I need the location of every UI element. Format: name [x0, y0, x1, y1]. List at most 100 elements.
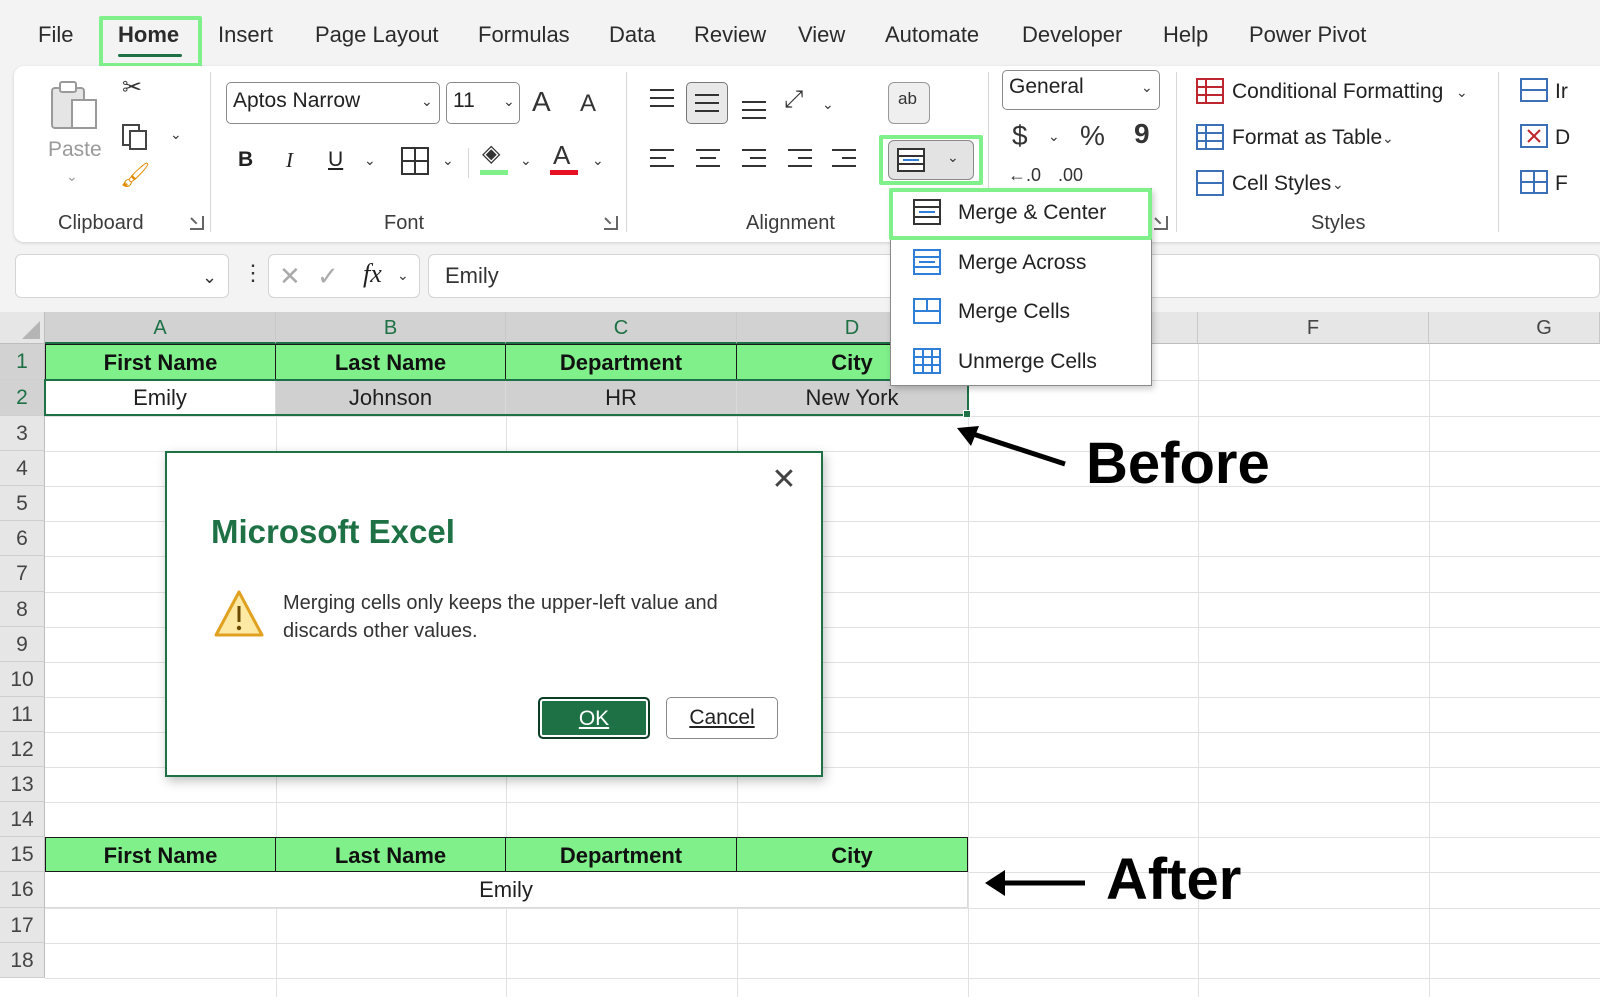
column-header-f[interactable]: F [1198, 312, 1429, 344]
orientation-icon[interactable]: ⤢ [784, 88, 803, 112]
top-align-icon[interactable] [648, 86, 676, 112]
row-header-12[interactable]: 12 [0, 732, 45, 767]
format-cells-icon[interactable] [1520, 170, 1548, 194]
cell-b1[interactable]: Last Name [275, 344, 506, 380]
column-header-b[interactable]: B [276, 312, 506, 344]
tab-data[interactable]: Data [609, 22, 655, 48]
percent-icon[interactable]: % [1080, 122, 1105, 150]
clipboard-launcher-icon[interactable] [190, 216, 204, 230]
middle-align-button[interactable] [686, 82, 728, 124]
font-name-select[interactable]: Aptos Narrow ⌄ [226, 82, 440, 124]
format-cells-button[interactable]: F [1555, 172, 1568, 196]
tab-power-pivot[interactable]: Power Pivot [1249, 22, 1366, 48]
row-header-11[interactable]: 11 [0, 697, 45, 732]
cell-a1[interactable]: First Name [45, 344, 276, 380]
cancel-button[interactable]: Cancel [666, 697, 778, 739]
increase-decimal-icon[interactable]: ←.0 [1008, 166, 1041, 184]
underline-chevron-icon[interactable]: ⌄ [364, 152, 376, 169]
number-format-select[interactable]: General ⌄ [1002, 70, 1160, 110]
borders-chevron-icon[interactable]: ⌄ [442, 152, 454, 169]
column-header-c[interactable]: C [506, 312, 737, 344]
chevron-down-icon[interactable]: ⌄ [1456, 84, 1468, 101]
row-header-2[interactable]: 2 [0, 380, 45, 416]
decrease-decimal-icon[interactable]: .00 [1058, 166, 1083, 184]
merge-center-button[interactable]: ⌄ [888, 140, 974, 180]
currency-icon[interactable]: $ [1012, 122, 1028, 150]
format-as-table-button[interactable]: Format as Table [1232, 126, 1382, 150]
cell-styles-button[interactable]: Cell Styles [1232, 172, 1331, 196]
tab-review[interactable]: Review [694, 22, 766, 48]
borders-icon[interactable] [400, 146, 430, 176]
underline-button[interactable]: U [328, 148, 343, 172]
delete-cells-icon[interactable] [1520, 124, 1548, 148]
cell-c2[interactable]: HR [506, 380, 737, 415]
copy-icon[interactable] [120, 122, 150, 152]
tab-help[interactable]: Help [1163, 22, 1208, 48]
merged-cell-a16-d16[interactable]: Emily [45, 872, 968, 908]
shrink-font-icon[interactable]: A [580, 92, 596, 116]
row-header-16[interactable]: 16 [0, 872, 45, 908]
chevron-down-icon[interactable]: ⌄ [1332, 176, 1344, 193]
orientation-chevron-icon[interactable]: ⌄ [822, 96, 834, 113]
insert-cells-icon[interactable] [1520, 78, 1548, 102]
cut-icon[interactable]: ✂ [122, 76, 142, 100]
row-header-1[interactable]: 1 [0, 344, 45, 380]
font-size-select[interactable]: 11 ⌄ [446, 82, 520, 124]
row-header-10[interactable]: 10 [0, 662, 45, 697]
confirm-entry-icon[interactable]: ✓ [317, 261, 339, 292]
format-as-table-icon[interactable] [1196, 124, 1224, 150]
insert-cells-button[interactable]: Ir [1555, 80, 1568, 104]
delete-cells-button[interactable]: D [1555, 126, 1570, 150]
copy-chevron-icon[interactable]: ⌄ [170, 126, 182, 143]
conditional-formatting-icon[interactable] [1196, 78, 1224, 104]
menu-item-merge-across[interactable]: Merge Across [891, 239, 1153, 287]
fill-color-icon[interactable]: ◈ [482, 142, 500, 166]
tab-insert[interactable]: Insert [218, 22, 273, 48]
chevron-down-icon[interactable]: ⌄ [397, 267, 409, 284]
font-color-icon[interactable]: A [553, 142, 570, 168]
cell-c15[interactable]: Department [505, 837, 737, 872]
conditional-formatting-button[interactable]: Conditional Formatting [1232, 80, 1443, 104]
tab-view[interactable]: View [798, 22, 845, 48]
fill-handle[interactable] [963, 410, 971, 418]
menu-item-merge-center[interactable]: Merge & Center [891, 189, 1153, 237]
currency-chevron-icon[interactable]: ⌄ [1048, 128, 1060, 145]
tab-file[interactable]: File [38, 22, 73, 48]
ok-button[interactable]: OK [538, 697, 650, 739]
row-header-7[interactable]: 7 [0, 556, 45, 592]
format-painter-icon[interactable]: 🖌 [120, 164, 150, 188]
cell-c1[interactable]: Department [505, 344, 737, 380]
paste-button[interactable]: Paste ⌄ [46, 76, 102, 186]
fill-color-chevron-icon[interactable]: ⌄ [520, 152, 532, 169]
row-header-14[interactable]: 14 [0, 802, 45, 837]
chevron-down-icon[interactable]: ⌄ [1382, 130, 1394, 147]
row-header-3[interactable]: 3 [0, 416, 45, 451]
cancel-entry-icon[interactable]: ✕ [279, 261, 301, 292]
more-options-icon[interactable]: ⋮ [242, 262, 264, 284]
select-all-button[interactable] [0, 312, 45, 344]
row-header-9[interactable]: 9 [0, 627, 45, 662]
column-header-g[interactable]: G [1429, 312, 1600, 344]
row-header-17[interactable]: 17 [0, 908, 45, 943]
row-header-13[interactable]: 13 [0, 767, 45, 802]
horizontal-align-icons[interactable] [648, 146, 858, 174]
menu-item-merge-cells[interactable]: Merge Cells [891, 288, 1153, 336]
grow-font-icon[interactable]: A [532, 88, 551, 116]
row-header-8[interactable]: 8 [0, 592, 45, 627]
row-header-18[interactable]: 18 [0, 943, 45, 978]
menu-item-unmerge-cells[interactable]: Unmerge Cells [891, 338, 1153, 386]
cell-styles-icon[interactable] [1196, 170, 1224, 196]
italic-button[interactable]: I [286, 148, 293, 173]
font-launcher-icon[interactable] [604, 216, 618, 230]
row-header-4[interactable]: 4 [0, 451, 45, 486]
name-box[interactable]: ⌄ [15, 254, 229, 298]
tab-developer[interactable]: Developer [1022, 22, 1122, 48]
cell-a2[interactable]: Emily [45, 380, 276, 415]
row-header-6[interactable]: 6 [0, 521, 45, 556]
wrap-text-button[interactable]: ab [888, 82, 930, 124]
column-header-a[interactable]: A [45, 312, 276, 344]
number-launcher-icon[interactable] [1154, 216, 1168, 230]
comma-style-icon[interactable]: 9 [1134, 120, 1150, 148]
tab-page-layout[interactable]: Page Layout [315, 22, 439, 48]
bold-button[interactable]: B [238, 148, 253, 172]
